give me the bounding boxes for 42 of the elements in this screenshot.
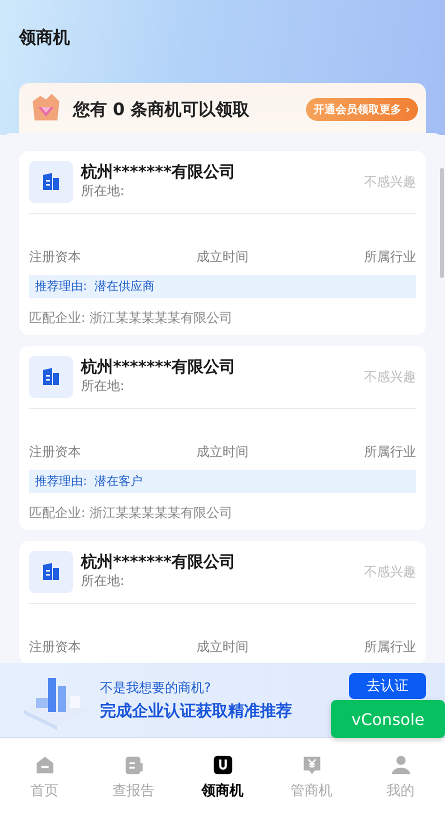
location-label: 所在地: [81, 378, 126, 396]
promo-headline: 完成企业认证获取精准推荐 [100, 700, 293, 722]
magnet-icon [212, 754, 234, 776]
field-label: 注册资本 [29, 249, 81, 266]
location-label: 所在地: [81, 183, 126, 201]
field-label: 注册资本 [29, 444, 81, 461]
not-interested-button[interactable]: 不感兴趣 [364, 563, 416, 581]
field-label: 成立时间 [196, 249, 248, 266]
field-label: 所属行业 [364, 249, 416, 266]
field-label: 成立时间 [196, 639, 248, 656]
company-card[interactable]: 杭州*******有限公司 所在地: 不感兴趣 注册资本 成立时间 所属行业 [19, 541, 426, 663]
location-label: 所在地: [81, 573, 126, 591]
vconsole-button[interactable]: vConsole [331, 700, 445, 738]
company-card[interactable]: 杭州*******有限公司 所在地: 不感兴趣 注册资本 成立时间 所属行业 推荐理由: 潜在客户 匹配企业: 浙江某某某某某有限公司 [19, 346, 426, 530]
membership-button[interactable]: 开通会员领取更多 › [306, 98, 418, 120]
company-name: 杭州*******有限公司 [81, 551, 237, 573]
certify-button[interactable]: 去认证 [349, 673, 426, 699]
tab[interactable]: 我的 [366, 754, 436, 802]
not-interested-button[interactable]: 不感兴趣 [364, 173, 416, 191]
matched-company: 匹配企业: 浙江某某某某某有限公司 [29, 310, 234, 327]
company-name: 杭州*******有限公司 [81, 161, 237, 183]
recommendation-reason: 推荐理由: 潜在客户 [29, 470, 416, 493]
not-interested-button[interactable]: 不感兴趣 [364, 368, 416, 386]
promo-question: 不是我想要的商机? [100, 680, 212, 696]
building-icon [29, 356, 73, 398]
field-label: 成立时间 [196, 444, 248, 461]
banner-text: 您有 0 条商机可以领取 [73, 98, 251, 120]
tab[interactable]: 查报告 [98, 754, 168, 802]
company-card[interactable]: 杭州*******有限公司 所在地: 不感兴趣 注册资本 成立时间 所属行业 推荐理由: 潜在供应商 匹配企业: 浙江某某某某某有限公司 [19, 151, 426, 335]
building-icon [29, 551, 73, 593]
tab[interactable]: 首页 [10, 754, 80, 802]
building-icon [29, 161, 73, 203]
page-title: 领商机 [19, 27, 71, 50]
field-label: 所属行业 [364, 444, 416, 461]
company-name: 杭州*******有限公司 [81, 356, 237, 378]
field-label: 注册资本 [29, 639, 81, 656]
tab[interactable]: 领商机 [188, 754, 258, 802]
recommendation-reason: 推荐理由: 潜在供应商 [29, 275, 416, 298]
matched-company: 匹配企业: 浙江某某某某某有限公司 [29, 505, 234, 522]
tab[interactable]: 管商机 [276, 754, 346, 802]
field-label: 所属行业 [364, 639, 416, 656]
person-icon [390, 754, 412, 776]
